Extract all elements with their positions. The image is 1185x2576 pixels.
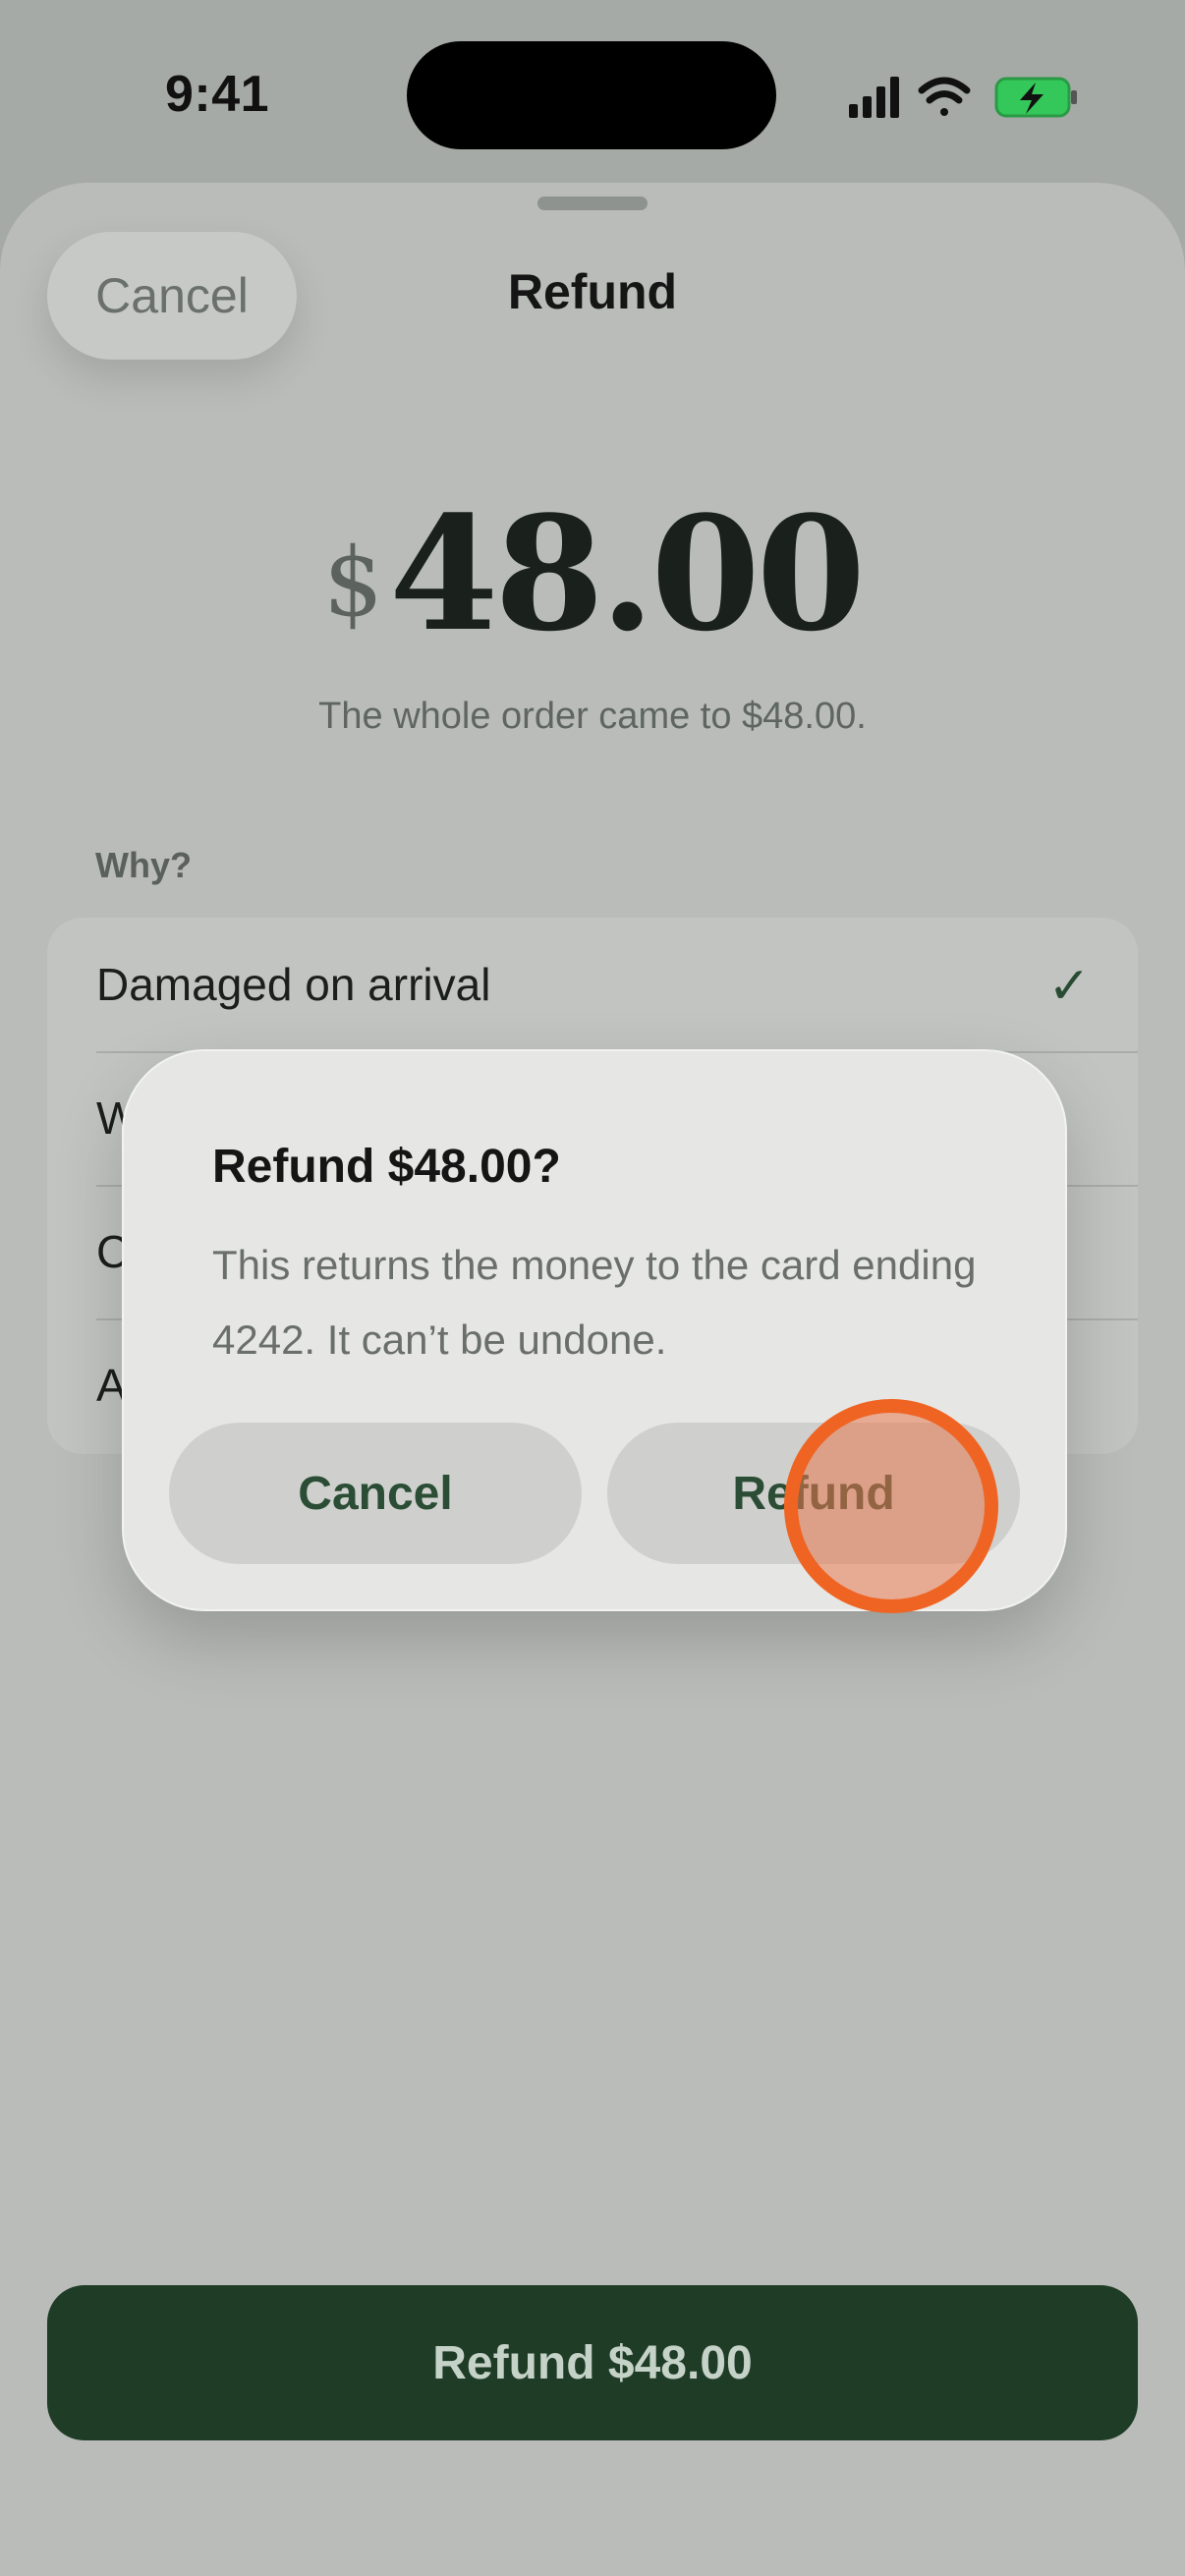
amount-note: The whole order came to $48.00. <box>318 696 867 737</box>
sheet-grabber[interactable] <box>537 196 648 210</box>
reason-item[interactable]: Damaged on arrival ✓ <box>96 918 1138 1053</box>
refund-amount: $48.00 <box>0 481 1185 666</box>
checkmark-icon: ✓ <box>1047 958 1091 1015</box>
dialog-message: This returns the money to the card endin… <box>212 1242 977 1363</box>
status-time: 9:41 <box>165 66 270 123</box>
tap-indicator <box>784 1399 998 1613</box>
status-icons <box>849 77 1077 118</box>
header-cancel-button[interactable]: Cancel <box>47 232 297 360</box>
dialog-cancel-button[interactable]: Cancel <box>169 1423 582 1564</box>
signal-icon <box>849 77 899 118</box>
wifi-icon <box>918 77 971 116</box>
dynamic-island <box>407 41 776 149</box>
dialog-title: Refund $48.00? <box>212 1141 561 1193</box>
amount-value: 48.00 <box>389 481 866 666</box>
currency-symbol: $ <box>322 528 384 638</box>
page-title: Refund <box>507 264 678 319</box>
reason-label: Damaged on arrival <box>96 959 491 1010</box>
reason-heading: Why? <box>95 845 192 885</box>
battery-charging-icon <box>994 77 1077 118</box>
refund-submit-button[interactable]: Refund $48.00 <box>47 2285 1138 2440</box>
status-bar: 9:41 <box>0 0 1185 187</box>
